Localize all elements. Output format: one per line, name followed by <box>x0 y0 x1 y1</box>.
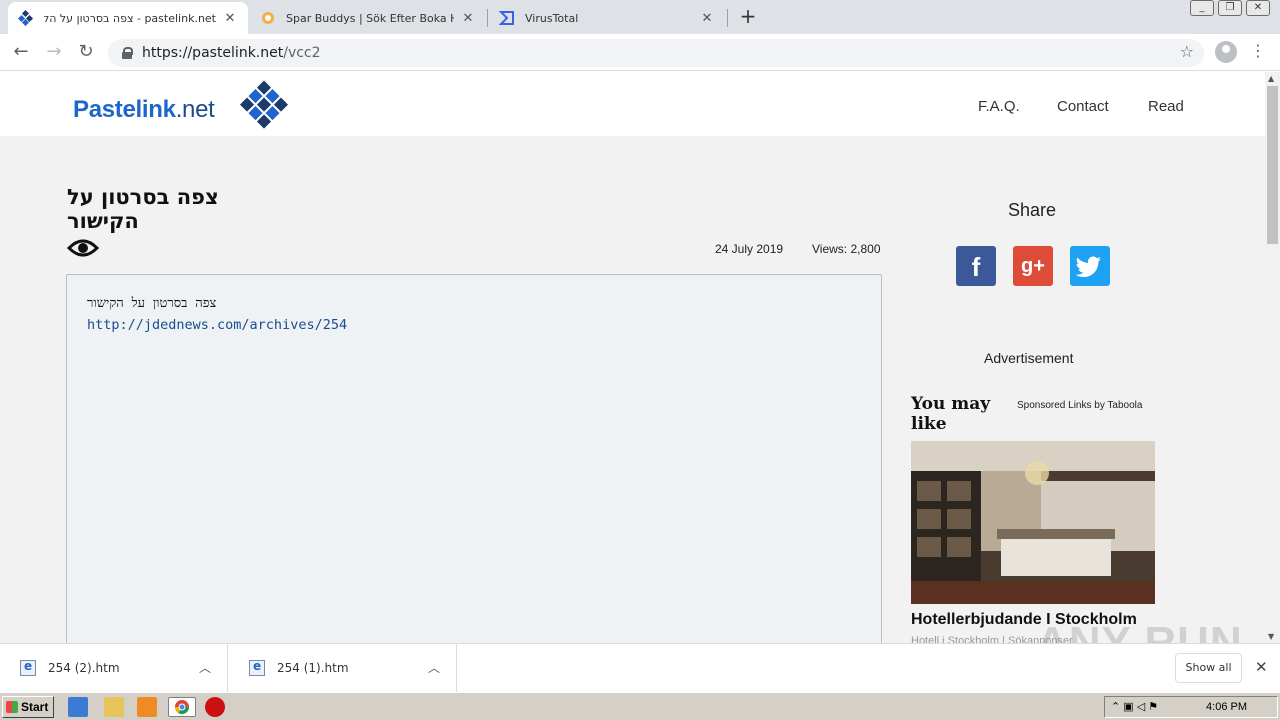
tab-title: Spar Buddys | Sök Efter Boka Hotell <box>286 11 454 25</box>
tab-separator <box>727 9 728 27</box>
lock-icon <box>122 47 133 59</box>
scroll-down-icon[interactable]: ▼ <box>1268 632 1274 641</box>
you-may-like-heading: You may like <box>911 394 991 434</box>
tab-strip: pastelink.net - צפה בסרטון על הקישור ✕ S… <box>0 0 1280 34</box>
restore-button[interactable]: ❐ <box>1218 0 1242 16</box>
browser-window: pastelink.net - צפה בסרטון על הקישור ✕ S… <box>0 0 1280 720</box>
ie-file-icon <box>20 659 36 676</box>
profile-avatar-icon[interactable] <box>1215 41 1237 63</box>
chevron-up-icon[interactable]: ︿ <box>199 659 211 676</box>
tab-sparbuddys[interactable]: Spar Buddys | Sök Efter Boka Hotell ✕ <box>250 2 486 34</box>
nav-read-link[interactable]: Read <box>1148 98 1184 115</box>
ie-taskbar-icon[interactable] <box>68 697 88 717</box>
folder-taskbar-icon[interactable] <box>104 697 124 717</box>
windows-taskbar: Start ⌃ ▣ ◁ ⚑ 4:06 PM <box>0 692 1280 720</box>
post-views: Views: 2,800 <box>812 242 881 256</box>
url-path: /vcc2 <box>283 45 321 61</box>
facebook-share-button[interactable]: f <box>956 246 996 286</box>
tab-close-icon[interactable]: ✕ <box>699 11 715 26</box>
clock: 4:06 PM <box>1206 701 1247 713</box>
tab-virustotal[interactable]: VirusTotal ✕ <box>489 2 725 34</box>
ad-hotel-image[interactable] <box>911 441 1155 604</box>
paste-link[interactable]: http://jdednews.com/archives/254 <box>87 317 347 333</box>
window-controls: _ ❐ ✕ <box>1186 0 1270 16</box>
alert-taskbar-icon[interactable] <box>205 697 225 717</box>
scroll-up-icon[interactable]: ▲ <box>1268 74 1274 83</box>
pastelink-favicon-icon <box>18 10 34 26</box>
tray-icons[interactable]: ⌃ ▣ ◁ ⚑ <box>1111 697 1158 717</box>
reload-button[interactable]: ↻ <box>74 41 98 65</box>
nav-contact-link[interactable]: Contact <box>1057 98 1109 115</box>
back-button[interactable]: ← <box>9 41 33 65</box>
tab-close-icon[interactable]: ✕ <box>460 11 476 26</box>
show-all-button[interactable]: Show all <box>1175 653 1242 683</box>
eye-icon <box>67 239 99 257</box>
ie-file-icon <box>249 659 265 676</box>
download-item[interactable]: 254 (2).htm ︿ <box>0 644 228 692</box>
tab-close-icon[interactable]: ✕ <box>222 11 238 26</box>
browser-toolbar: ← → ↻ https://pastelink.net/vcc2 ☆ ⋮ <box>0 34 1280 71</box>
advertisement-label: Advertisement <box>984 350 1074 366</box>
bookmark-star-icon[interactable]: ☆ <box>1180 42 1194 61</box>
post-date: 24 July 2019 <box>715 242 784 256</box>
download-shelf: 254 (2).htm ︿ 254 (1).htm ︿ Show all ✕ <box>0 643 1280 692</box>
close-icon[interactable]: ✕ <box>1255 658 1268 676</box>
nav-faq-link[interactable]: F.A.Q. <box>978 98 1020 115</box>
new-tab-button[interactable]: + <box>737 6 759 28</box>
scrollbar-thumb[interactable] <box>1267 86 1278 244</box>
system-tray: ⌃ ▣ ◁ ⚑ 4:06 PM <box>1104 696 1278 718</box>
url-text: https://pastelink.net/vcc2 <box>142 45 321 61</box>
facebook-icon: f <box>971 252 981 282</box>
download-item[interactable]: 254 (1).htm ︿ <box>229 644 457 692</box>
twitter-share-button[interactable] <box>1070 246 1110 286</box>
site-logo[interactable]: Pastelink.net <box>73 96 215 124</box>
logo-mark-icon <box>239 80 289 129</box>
address-bar[interactable]: https://pastelink.net/vcc2 <box>108 39 1204 67</box>
download-filename: 254 (2).htm <box>48 661 120 675</box>
site-header: Pastelink.net F.A.Q. Contact Read <box>0 72 1265 136</box>
chevron-up-icon[interactable]: ︿ <box>428 659 440 676</box>
page-viewport: Pastelink.net F.A.Q. Contact Read צפה בס… <box>0 72 1265 643</box>
logo-suffix-text: .net <box>175 96 215 123</box>
post-title: צפה בסרטון על הקישור <box>67 185 219 233</box>
tab-pastelink[interactable]: pastelink.net - צפה בסרטון על הקישור ✕ <box>8 2 248 34</box>
minimize-button[interactable]: _ <box>1190 0 1214 16</box>
tab-title: VirusTotal <box>525 11 579 25</box>
page-scrollbar[interactable]: ▲ ▼ <box>1265 72 1280 643</box>
forward-button[interactable]: → <box>42 41 66 65</box>
googleplus-share-button[interactable]: g+ <box>1013 246 1053 286</box>
chrome-taskbar-icon[interactable] <box>168 697 196 717</box>
share-title: Share <box>1008 200 1057 220</box>
menu-kebab-icon[interactable]: ⋮ <box>1250 41 1266 60</box>
paste-text-line: צפה בסרטון על הקישור <box>87 296 217 311</box>
twitter-icon <box>1075 256 1101 277</box>
logo-main-text: Pastelink <box>73 96 176 123</box>
tab-title: pastelink.net - צפה בסרטון על הקישור <box>44 11 216 25</box>
close-window-button[interactable]: ✕ <box>1246 0 1270 16</box>
download-filename: 254 (1).htm <box>277 661 349 675</box>
url-host: https://pastelink.net <box>142 45 284 61</box>
sparbuddys-favicon-icon <box>260 10 276 26</box>
media-player-taskbar-icon[interactable] <box>137 697 157 717</box>
anyrun-watermark: ANY RUN <box>1036 618 1243 643</box>
tab-separator <box>487 9 488 27</box>
sponsored-links-label[interactable]: Sponsored Links by Taboola <box>1017 400 1142 411</box>
googleplus-icon: g+ <box>1021 255 1045 277</box>
virustotal-favicon-icon <box>499 10 515 26</box>
paste-content-box: צפה בסרטון על הקישור http://jdednews.com… <box>66 274 882 643</box>
start-button[interactable]: Start <box>2 696 54 718</box>
